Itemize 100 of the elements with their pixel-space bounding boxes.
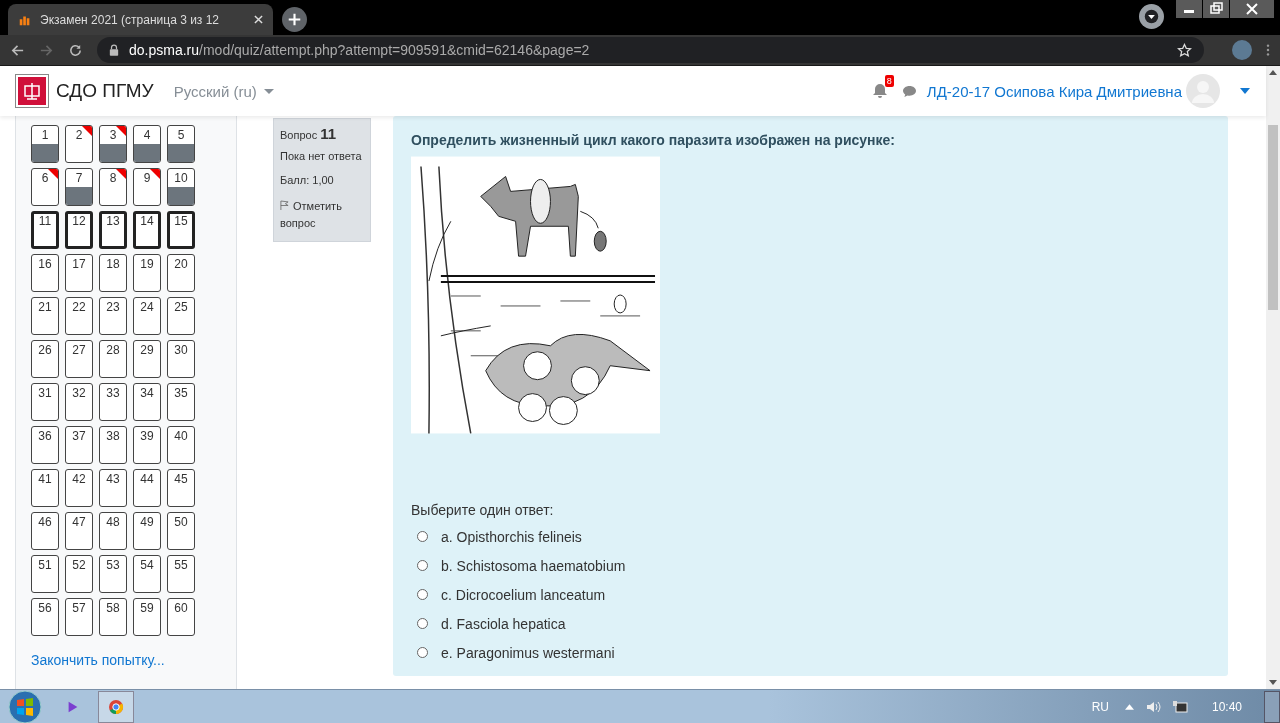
question-nav-button[interactable]: 46 (31, 512, 59, 550)
question-nav-button[interactable]: 47 (65, 512, 93, 550)
question-nav-button[interactable]: 26 (31, 340, 59, 378)
scroll-up-icon[interactable] (1269, 70, 1277, 75)
question-nav-button[interactable]: 16 (31, 254, 59, 292)
question-nav-button[interactable]: 35 (167, 383, 195, 421)
question-nav-button[interactable]: 40 (167, 426, 195, 464)
question-nav-button[interactable]: 45 (167, 469, 195, 507)
question-nav-button[interactable]: 39 (133, 426, 161, 464)
scrollbar[interactable] (1266, 66, 1280, 689)
network-icon[interactable] (1171, 699, 1188, 714)
question-nav-button[interactable]: 20 (167, 254, 195, 292)
answer-option[interactable]: b. Schistosoma haematobium (441, 557, 626, 574)
close-icon[interactable] (254, 15, 263, 24)
question-nav-button[interactable]: 44 (133, 469, 161, 507)
question-nav-button[interactable]: 30 (167, 340, 195, 378)
star-icon[interactable] (1177, 42, 1192, 58)
scrollbar-thumb[interactable] (1268, 125, 1278, 310)
radio-button[interactable] (417, 589, 428, 600)
reload-icon[interactable] (68, 42, 83, 58)
question-nav-button[interactable]: 18 (99, 254, 127, 292)
question-nav-button[interactable]: 42 (65, 469, 93, 507)
tab-search-icon[interactable] (1139, 3, 1164, 29)
minimize-icon[interactable] (1176, 0, 1202, 18)
question-nav-button[interactable]: 51 (31, 555, 59, 593)
question-nav-button[interactable]: 49 (133, 512, 161, 550)
question-nav-button[interactable]: 2 (65, 125, 93, 163)
question-nav-button[interactable]: 25 (167, 297, 195, 335)
question-nav-button[interactable]: 17 (65, 254, 93, 292)
question-nav-button[interactable]: 24 (133, 297, 161, 335)
flag-question-link[interactable]: Отметить вопрос (280, 198, 364, 232)
radio-button[interactable] (417, 618, 428, 629)
question-nav-button[interactable]: 23 (99, 297, 127, 335)
question-nav-button[interactable]: 53 (99, 555, 127, 593)
tray-arrow-icon[interactable] (1124, 703, 1134, 710)
close-icon[interactable] (1230, 0, 1274, 18)
browser-taskbar-button[interactable] (98, 690, 134, 723)
answer-option[interactable]: e. Paragonimus westermani (441, 644, 615, 661)
speaker-icon[interactable] (1145, 699, 1162, 714)
chat-icon[interactable] (901, 84, 917, 98)
new-tab-icon[interactable] (282, 7, 307, 32)
question-nav-button[interactable]: 36 (31, 426, 59, 464)
question-nav-button[interactable]: 43 (99, 469, 127, 507)
question-nav-button[interactable]: 33 (99, 383, 127, 421)
question-nav-button[interactable]: 19 (133, 254, 161, 292)
question-nav-button[interactable]: 56 (31, 598, 59, 636)
question-nav-button[interactable]: 58 (99, 598, 127, 636)
question-nav-button[interactable]: 38 (99, 426, 127, 464)
question-nav-button[interactable]: 37 (65, 426, 93, 464)
question-nav-button[interactable]: 59 (133, 598, 161, 636)
site-name[interactable]: СДО ПГМУ (56, 80, 154, 102)
browser-tab[interactable]: Экзамен 2021 (страница 3 из 12 (8, 4, 273, 35)
question-nav-button[interactable]: 3 (99, 125, 127, 163)
start-button-icon[interactable] (8, 689, 42, 723)
question-nav-button[interactable]: 28 (99, 340, 127, 378)
media-player-icon[interactable] (66, 699, 80, 714)
question-nav-button[interactable]: 9 (133, 168, 161, 206)
question-nav-button[interactable]: 4 (133, 125, 161, 163)
question-nav-button[interactable]: 50 (167, 512, 195, 550)
question-nav-button[interactable]: 41 (31, 469, 59, 507)
question-nav-button[interactable]: 48 (99, 512, 127, 550)
question-nav-button[interactable]: 10 (167, 168, 195, 206)
question-nav-button[interactable]: 22 (65, 297, 93, 335)
show-desktop-button[interactable] (1264, 690, 1280, 723)
finish-attempt-link[interactable]: Закончить попытку... (31, 652, 236, 668)
question-nav-button[interactable]: 1 (31, 125, 59, 163)
user-name[interactable]: ЛД-20-17 Осипова Кира Дмитриевна (926, 82, 1182, 100)
question-nav-button[interactable]: 13 (99, 211, 127, 249)
site-logo-icon[interactable] (15, 74, 49, 108)
question-nav-button[interactable]: 32 (65, 383, 93, 421)
question-nav-button[interactable]: 14 (133, 211, 161, 249)
address-field[interactable]: do.psma.ru/mod/quiz/attempt.php?attempt=909591&cmid=62146&page=2 (97, 37, 1204, 63)
question-nav-button[interactable]: 31 (31, 383, 59, 421)
caret-icon[interactable] (1240, 88, 1250, 94)
question-nav-button[interactable]: 27 (65, 340, 93, 378)
menu-icon[interactable] (1266, 43, 1270, 57)
answer-option[interactable]: a. Opisthorchis felineis (441, 528, 582, 545)
question-nav-button[interactable]: 29 (133, 340, 161, 378)
profile-avatar[interactable] (1232, 40, 1252, 60)
question-nav-button[interactable]: 7 (65, 168, 93, 206)
question-nav-button[interactable]: 6 (31, 168, 59, 206)
radio-button[interactable] (417, 531, 428, 542)
restore-icon[interactable] (1203, 0, 1229, 18)
answer-option[interactable]: c. Dicrocoelium lanceatum (441, 586, 606, 603)
question-nav-button[interactable]: 12 (65, 211, 93, 249)
question-nav-button[interactable]: 54 (133, 555, 161, 593)
question-nav-button[interactable]: 8 (99, 168, 127, 206)
question-nav-button[interactable]: 21 (31, 297, 59, 335)
radio-button[interactable] (417, 560, 428, 571)
question-nav-button[interactable]: 60 (167, 598, 195, 636)
question-nav-button[interactable]: 15 (167, 211, 195, 249)
bell-icon[interactable] (871, 83, 888, 99)
radio-button[interactable] (417, 647, 428, 658)
answer-option[interactable]: d. Fasciola hepatica (441, 615, 566, 632)
question-nav-button[interactable]: 11 (31, 211, 59, 249)
question-nav-button[interactable]: 57 (65, 598, 93, 636)
question-nav-button[interactable]: 52 (65, 555, 93, 593)
scroll-down-icon[interactable] (1269, 680, 1277, 685)
question-nav-button[interactable]: 5 (167, 125, 195, 163)
question-nav-button[interactable]: 55 (167, 555, 195, 593)
